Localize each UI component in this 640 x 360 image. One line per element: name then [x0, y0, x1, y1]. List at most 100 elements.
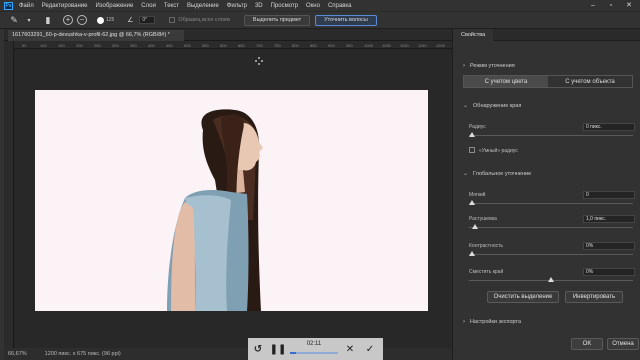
contrast-field[interactable]: 0% — [583, 242, 635, 250]
menu-select[interactable]: Выделение — [187, 3, 219, 9]
minimize-icon[interactable]: – — [584, 0, 602, 11]
zoom-level[interactable]: 66,67% — [8, 351, 27, 357]
photoshop-logo: Ps — [4, 1, 13, 10]
chevron-down-icon: ⌄ — [463, 171, 469, 177]
shift-edge-label: Сместить край — [469, 269, 504, 275]
document-image[interactable] — [35, 90, 428, 311]
menu-window[interactable]: Окно — [306, 3, 320, 9]
brush-mode-icon[interactable]: ▮ — [42, 14, 54, 26]
refine-mode-toggle: С учетом цвета С учетом объекта — [463, 75, 633, 88]
subtract-from-selection-icon[interactable]: − — [77, 15, 87, 25]
menu-edit[interactable]: Редактирование — [42, 3, 88, 9]
playback-track[interactable] — [290, 352, 338, 354]
feather-slider[interactable] — [469, 224, 633, 229]
ruler-tick: 150 — [58, 43, 65, 48]
document-tab-bar: 1617603291_60-p-devushka-v-profil-62.jpg… — [4, 29, 452, 41]
panel-tab-bar: Свойства — [453, 29, 640, 41]
radius-slider[interactable] — [469, 132, 633, 137]
ruler-tick: 850 — [310, 43, 317, 48]
close-icon[interactable]: ✕ — [620, 0, 638, 11]
ruler-tick: 1100 — [400, 43, 409, 48]
menu-file[interactable]: Файл — [19, 3, 34, 9]
invert-button[interactable]: Инвертировать — [565, 291, 623, 303]
edge-detection-section[interactable]: ⌄ Обнаружение края — [463, 102, 521, 110]
radius-label: Радиус — [469, 124, 486, 130]
chevron-right-icon: › — [463, 319, 465, 325]
loading-spinner-icon — [255, 57, 263, 65]
top-ruler: 50 100 150 200 250 300 350 400 450 500 550 600 650 70… — [14, 41, 452, 49]
menu-3d[interactable]: 3D — [255, 3, 263, 9]
ruler-tick: 600 — [220, 43, 227, 48]
menu-filter[interactable]: Фильтр — [227, 3, 247, 9]
chevron-down-icon[interactable]: ▾ — [23, 14, 35, 26]
ruler-tick: 450 — [166, 43, 173, 48]
mode-object-button[interactable]: С учетом объекта — [548, 76, 632, 87]
global-refinements-section[interactable]: ⌄ Глобальное уточнение — [463, 170, 532, 178]
global-heading: Глобальное уточнение — [473, 170, 532, 177]
contrast-slider-thumb[interactable] — [469, 251, 475, 256]
add-to-selection-icon[interactable]: + — [63, 15, 73, 25]
properties-panel: Свойства › Режим уточнения С учетом цвет… — [452, 29, 640, 360]
view-mode-section[interactable]: › Режим уточнения — [463, 63, 515, 69]
feather-field[interactable]: 1,0 пикс. — [583, 215, 635, 223]
smart-radius-checkbox[interactable] — [469, 147, 475, 153]
feather-label: Растушевка — [469, 216, 497, 222]
ruler-tick: 300 — [112, 43, 119, 48]
shift-edge-slider[interactable] — [469, 277, 633, 282]
radius-slider-thumb[interactable] — [469, 132, 475, 137]
ruler-tick: 50 — [22, 43, 27, 48]
smooth-label: Мягкий — [469, 192, 486, 198]
ruler-tick: 800 — [292, 43, 299, 48]
menu-type[interactable]: Текст — [164, 3, 179, 9]
ruler-tick: 200 — [76, 43, 83, 48]
document-tab[interactable]: 1617603291_60-p-devushka-v-profil-62.jpg… — [8, 30, 184, 41]
menu-bar: Ps Файл Редактирование Изображение Слои … — [0, 0, 640, 11]
feather-slider-thumb[interactable] — [472, 224, 479, 229]
tab-properties[interactable]: Свойства — [453, 29, 494, 41]
shift-edge-field[interactable]: 0% — [583, 268, 635, 276]
shift-edge-slider-thumb[interactable] — [548, 277, 554, 282]
maximize-icon[interactable]: ▫ — [602, 0, 620, 11]
export-settings-section[interactable]: › Настройки экспорта — [463, 319, 521, 325]
menu-view[interactable]: Просмотр — [271, 3, 298, 9]
contrast-slider[interactable] — [469, 251, 633, 256]
menu-layer[interactable]: Слои — [141, 3, 156, 9]
woman-profile-image — [167, 109, 263, 311]
confirm-icon[interactable]: ✓ — [363, 342, 377, 356]
clear-selection-button[interactable]: Очистить выделение — [487, 291, 559, 303]
ruler-tick: 900 — [328, 43, 335, 48]
brush-size-value: 125 — [106, 17, 115, 23]
options-bar: ✎ ▾ ▮ + − 125 ∠ 0° Образец всех слоев Вы… — [0, 11, 640, 29]
export-heading: Настройки экспорта — [470, 319, 522, 325]
smooth-field[interactable]: 0 — [583, 191, 635, 199]
ruler-tick: 650 — [238, 43, 245, 48]
smooth-slider-thumb[interactable] — [469, 200, 475, 205]
refine-brush-tool-icon[interactable]: ✎ — [8, 14, 20, 26]
playback-timeline[interactable]: 02:11 — [288, 340, 340, 358]
pause-icon[interactable]: ❚❚ — [270, 342, 287, 356]
mode-color-button[interactable]: С учетом цвета — [464, 76, 548, 87]
sample-all-layers-label: Образец всех слоев — [178, 17, 230, 23]
ruler-tick: 750 — [274, 43, 281, 48]
chevron-down-icon: › — [463, 63, 465, 69]
document-tab-title: 1617603291_60-p-devushka-v-profil-62.jpg… — [12, 32, 170, 38]
rewind-icon[interactable]: ↺ — [251, 342, 265, 356]
select-subject-button[interactable]: Выделить предмет — [243, 14, 311, 26]
ruler-tick: 1050 — [382, 43, 391, 48]
smooth-slider[interactable] — [469, 200, 633, 205]
sample-all-layers-checkbox[interactable] — [169, 17, 176, 23]
cancel-icon[interactable]: ✕ — [343, 342, 357, 356]
radius-field[interactable]: 0 пикс. — [583, 123, 635, 131]
brush-preview-icon[interactable] — [97, 16, 104, 24]
ruler-tick: 1200 — [436, 43, 445, 48]
refine-hair-button[interactable]: Уточнить волосы — [315, 14, 377, 26]
menu-help[interactable]: Справка — [328, 3, 352, 9]
ok-button[interactable]: OK — [571, 338, 603, 350]
ruler-tick: 700 — [256, 43, 263, 48]
cancel-button[interactable]: Отмена — [607, 338, 639, 350]
ruler-tick: 400 — [148, 43, 155, 48]
left-ruler — [4, 41, 14, 348]
angle-field[interactable]: 0° — [139, 16, 156, 24]
menu-image[interactable]: Изображение — [95, 3, 133, 9]
view-mode-heading: Режим уточнения — [470, 63, 515, 69]
